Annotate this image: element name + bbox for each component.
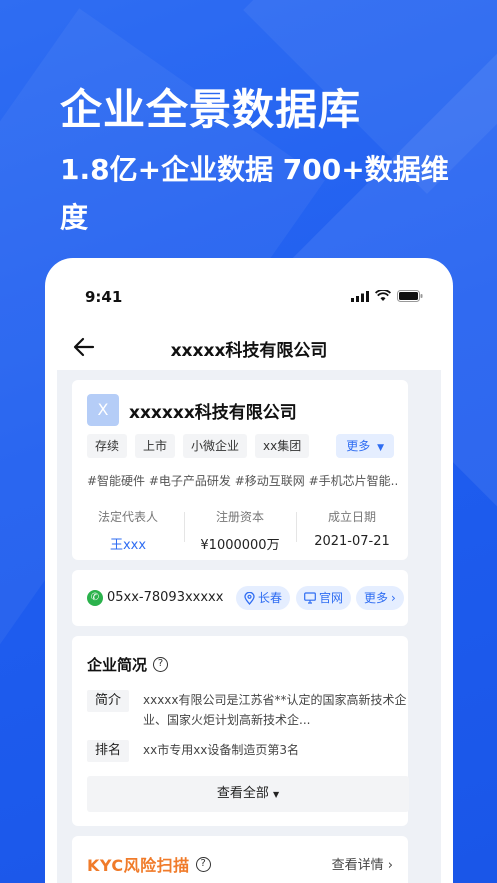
intro-value: xxxxx有限公司是江苏省**认定的国家高新技术企业、国家火炬计划高新技术企..… bbox=[143, 693, 407, 727]
more-tags-label: 更多 bbox=[346, 439, 371, 453]
stat-capital: 注册资本 ¥1000000万 bbox=[184, 508, 296, 553]
tag[interactable]: 存续 bbox=[87, 434, 128, 458]
contact-more-label: 更多 bbox=[364, 591, 389, 605]
nav-title: xxxxx科技有限公司 bbox=[170, 341, 328, 361]
status-icons bbox=[351, 290, 423, 302]
monitor-icon bbox=[304, 592, 316, 604]
stat-value: ¥1000000万 bbox=[200, 538, 280, 553]
tag[interactable]: xx集团 bbox=[255, 434, 310, 458]
contact-more-chip[interactable]: 更多 › bbox=[356, 586, 404, 610]
wifi-icon bbox=[375, 290, 391, 301]
stat-label: 成立日期 bbox=[327, 510, 376, 524]
status-bar: 9:41 bbox=[45, 258, 453, 328]
profile-title: 企业简况 ? bbox=[87, 654, 169, 675]
caret-down-icon: ▼ bbox=[273, 790, 280, 799]
contact-card: ✆ 05xx-78093xxxxx 长春 官网 更多 › bbox=[72, 570, 408, 626]
intro-key: 简介 bbox=[87, 690, 129, 712]
profile-title-text: 企业简况 bbox=[87, 656, 148, 674]
rank-value: xx市专用xx设备制造页第3名 bbox=[143, 743, 300, 757]
tag[interactable]: 小微企业 bbox=[183, 434, 248, 458]
company-card: X xxxxxx科技有限公司 存续 上市 小微企业 xx集团 更多 ▼ #智能硬… bbox=[72, 380, 408, 560]
stat-founded: 成立日期 2021-07-21 bbox=[296, 508, 408, 553]
chevron-right-icon: › bbox=[387, 858, 393, 873]
company-name: xxxxxx科技有限公司 bbox=[129, 403, 297, 423]
legal-rep-link[interactable]: 王xxx bbox=[72, 534, 184, 553]
rank-row: 排名 xx市专用xx设备制造页第3名 bbox=[87, 740, 411, 762]
content-area: X xxxxxx科技有限公司 存续 上市 小微企业 xx集团 更多 ▼ #智能硬… bbox=[57, 370, 441, 883]
status-time: 9:41 bbox=[85, 288, 123, 306]
website-chip[interactable]: 官网 bbox=[296, 586, 352, 610]
signal-icon bbox=[351, 290, 369, 302]
hashtags: #智能硬件 #电子产品研发 #移动互联网 #手机芯片智能... bbox=[87, 474, 397, 488]
stat-label: 注册资本 bbox=[215, 510, 264, 524]
phone-number[interactable]: 05xx-78093xxxxx bbox=[107, 590, 223, 605]
view-all-button[interactable]: 查看全部 ▼ bbox=[87, 776, 409, 812]
kyc-card: KYC风险扫描 ? 查看详情 › bbox=[72, 836, 408, 883]
chevron-right-icon: › bbox=[391, 591, 396, 605]
stat-value: 2021-07-21 bbox=[314, 534, 390, 549]
phone-mockup: 9:41 xxxxx科技有限公司 X xxxxxx科技有限公司 存续 上市 小微… bbox=[45, 258, 453, 883]
company-stats: 法定代表人 王xxx 注册资本 ¥1000000万 成立日期 2021-07-2… bbox=[72, 508, 408, 553]
stat-legal-rep: 法定代表人 王xxx bbox=[72, 508, 184, 553]
tag[interactable]: 上市 bbox=[135, 434, 176, 458]
caret-down-icon: ▼ bbox=[377, 443, 384, 453]
view-all-label: 查看全部 bbox=[216, 786, 269, 801]
more-tags-button[interactable]: 更多 ▼ bbox=[336, 434, 394, 458]
kyc-detail-label: 查看详情 bbox=[331, 858, 384, 873]
kyc-detail-link[interactable]: 查看详情 › bbox=[332, 854, 393, 873]
website-label: 官网 bbox=[319, 591, 344, 605]
battery-icon bbox=[397, 290, 423, 302]
kyc-title: KYC风险扫描 ? bbox=[87, 852, 211, 876]
promo-headline: 企业全景数据库 bbox=[60, 85, 362, 134]
help-icon[interactable]: ? bbox=[195, 856, 211, 872]
promo-subhead: 1.8亿+企业数据 700+数据维度 bbox=[60, 153, 449, 234]
company-logo: X bbox=[87, 394, 119, 426]
help-icon[interactable]: ? bbox=[153, 657, 169, 672]
stat-label: 法定代表人 bbox=[97, 510, 158, 524]
rank-key: 排名 bbox=[87, 740, 129, 762]
phone-icon: ✆ bbox=[87, 590, 103, 606]
city-label: 长春 bbox=[258, 591, 283, 605]
kyc-title-text: KYC风险扫描 bbox=[87, 856, 190, 875]
tag-list: 存续 上市 小微企业 xx集团 bbox=[87, 434, 310, 458]
nav-bar: xxxxx科技有限公司 bbox=[45, 328, 453, 368]
location-pin-icon bbox=[244, 591, 255, 605]
city-chip[interactable]: 长春 bbox=[236, 586, 291, 610]
intro-row: 简介 xxxxx有限公司是江苏省**认定的国家高新技术企业、国家火炬计划高新技术… bbox=[87, 690, 411, 730]
profile-card: 企业简况 ? 简介 xxxxx有限公司是江苏省**认定的国家高新技术企业、国家火… bbox=[72, 636, 411, 826]
